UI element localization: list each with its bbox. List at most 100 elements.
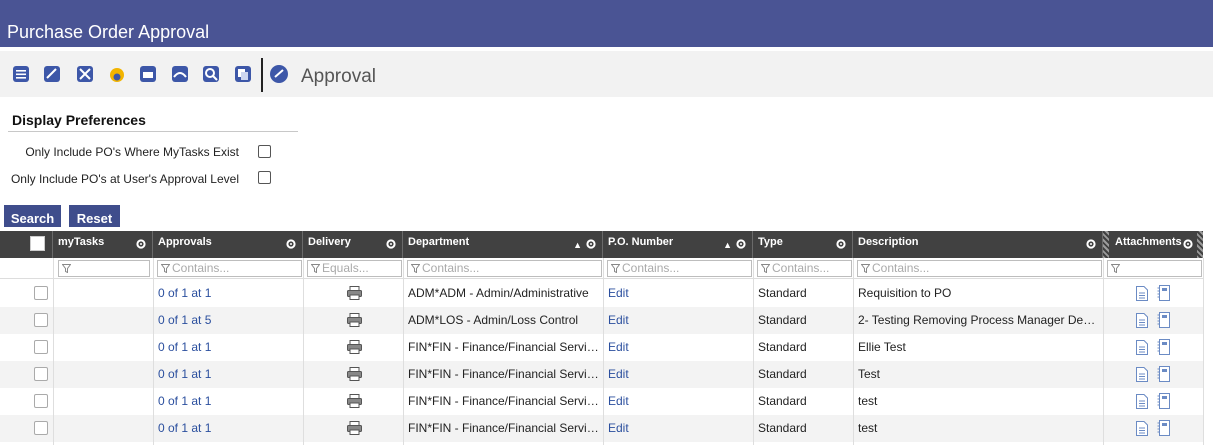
col-approvals[interactable]: Approvals [153, 231, 303, 258]
notebook-icon[interactable] [1157, 312, 1170, 328]
approval-icon[interactable] [268, 63, 290, 85]
col-description[interactable]: Description [853, 231, 1103, 258]
magnify-icon[interactable] [200, 63, 222, 85]
approvals-cell[interactable]: 0 of 1 at 1 [158, 388, 298, 415]
row-checkbox[interactable] [34, 340, 48, 354]
notebook-icon[interactable] [1157, 393, 1170, 409]
edit-link[interactable]: Edit [608, 415, 748, 442]
printer-icon[interactable] [347, 286, 362, 300]
table-row[interactable]: 0 of 1 at 1 ADM*ADM - Admin/Administrati… [0, 280, 1203, 307]
table-row[interactable]: 0 of 1 at 1 FIN*FIN - Finance/Financial … [0, 334, 1203, 361]
col-mytasks[interactable]: myTasks [53, 231, 153, 258]
description-cell: Ellie Test [858, 340, 906, 354]
table-row[interactable]: 0 of 1 at 1 FIN*FIN - Finance/Financial … [0, 361, 1203, 388]
printer-icon[interactable] [347, 340, 362, 354]
level-pref-checkbox[interactable] [258, 171, 271, 184]
document-icon[interactable] [1136, 286, 1148, 301]
edit-link[interactable]: Edit [608, 307, 748, 334]
col-type[interactable]: Type [753, 231, 853, 258]
gear-icon[interactable] [386, 239, 396, 249]
col-ponumber[interactable]: P.O. Number ▲ [603, 231, 753, 258]
column-divider [1103, 258, 1104, 445]
edit-link[interactable]: Edit [608, 334, 748, 361]
document-icon[interactable] [1136, 394, 1148, 409]
printer-icon[interactable] [347, 313, 362, 327]
approvals-cell[interactable]: 0 of 1 at 5 [158, 307, 298, 334]
description-cell: Requisition to PO [858, 286, 952, 300]
gear-icon[interactable] [1183, 239, 1193, 249]
table-row[interactable]: 0 of 1 at 5 ADM*LOS - Admin/Loss Control… [0, 307, 1203, 334]
gear-icon[interactable] [836, 239, 846, 249]
notebook-icon[interactable] [1157, 339, 1170, 355]
filter-row: Contains... Equals... Contains... Contai… [0, 258, 1203, 279]
type-filter[interactable]: Contains... [757, 260, 852, 277]
table-row[interactable]: 0 of 1 at 1 FIN*FIN - Finance/Financial … [0, 415, 1203, 442]
approvals-cell[interactable]: 0 of 1 at 1 [158, 415, 298, 442]
tools-icon[interactable] [74, 63, 96, 85]
type-cell: Standard [758, 421, 807, 435]
ponumber-filter[interactable]: Contains... [607, 260, 752, 277]
edit-link[interactable]: Edit [608, 361, 748, 388]
mytasks-filter[interactable] [58, 260, 150, 277]
row-checkbox[interactable] [34, 367, 48, 381]
mytasks-pref-label: Only Include PO's Where MyTasks Exist [25, 145, 239, 159]
column-resize-handle[interactable] [1197, 231, 1203, 258]
sort-asc-icon[interactable]: ▲ [573, 240, 582, 250]
col-approvals-label: Approvals [158, 236, 212, 248]
filter-icon [411, 264, 420, 273]
edit-link[interactable]: Edit [608, 280, 748, 307]
column-divider [1203, 258, 1204, 445]
copy-icon[interactable] [232, 63, 254, 85]
notebook-icon[interactable] [1157, 366, 1170, 382]
fire-icon[interactable] [106, 63, 128, 85]
table-row[interactable]: 0 of 1 at 1 FIN*FIN - Finance/Financial … [0, 388, 1203, 415]
filter-icon [161, 264, 170, 273]
gear-icon[interactable] [136, 239, 146, 249]
edit-link[interactable]: Edit [608, 388, 748, 415]
list-icon[interactable] [10, 63, 32, 85]
notebook-icon[interactable] [1157, 285, 1170, 301]
sort-asc-icon[interactable]: ▲ [723, 240, 732, 250]
description-filter[interactable]: Contains... [857, 260, 1102, 277]
printer-icon[interactable] [347, 394, 362, 408]
document-icon[interactable] [1136, 313, 1148, 328]
document-icon[interactable] [1136, 421, 1148, 436]
notebook-icon[interactable] [1157, 420, 1170, 436]
approvals-cell[interactable]: 0 of 1 at 1 [158, 280, 298, 307]
printer-icon[interactable] [347, 421, 362, 435]
col-delivery[interactable]: Delivery [303, 231, 403, 258]
approvals-cell[interactable]: 0 of 1 at 1 [158, 334, 298, 361]
delivery-filter[interactable]: Equals... [307, 260, 402, 277]
printer-icon[interactable] [347, 367, 362, 381]
row-checkbox[interactable] [34, 421, 48, 435]
gear-icon[interactable] [286, 239, 296, 249]
department-filter[interactable]: Contains... [407, 260, 602, 277]
search-button[interactable]: Search [4, 205, 61, 227]
approvals-filter[interactable]: Contains... [157, 260, 302, 277]
stamp-icon[interactable] [169, 63, 191, 85]
col-attachments[interactable]: Attachments [1110, 231, 1203, 258]
gear-icon[interactable] [586, 239, 596, 249]
check-edit-icon[interactable] [41, 63, 63, 85]
attachments-filter[interactable] [1107, 260, 1202, 277]
column-resize-handle[interactable] [1103, 231, 1109, 258]
gear-icon[interactable] [1086, 239, 1096, 249]
column-divider [603, 258, 604, 445]
type-filter-placeholder: Contains... [772, 261, 830, 275]
reset-button[interactable]: Reset [69, 205, 120, 227]
mytasks-pref-checkbox[interactable] [258, 145, 271, 158]
document-icon[interactable] [1136, 367, 1148, 382]
type-cell: Standard [758, 313, 807, 327]
prefs-title: Display Preferences [12, 112, 146, 128]
row-checkbox[interactable] [34, 286, 48, 300]
print-icon[interactable] [137, 63, 159, 85]
col-department[interactable]: Department ▲ [403, 231, 603, 258]
document-icon[interactable] [1136, 340, 1148, 355]
gear-icon[interactable] [736, 239, 746, 249]
description-cell: 2- Testing Removing Process Manager Dept… [858, 313, 1100, 327]
row-checkbox[interactable] [34, 313, 48, 327]
approvals-cell[interactable]: 0 of 1 at 1 [158, 361, 298, 388]
filter-icon [311, 264, 320, 273]
row-checkbox[interactable] [34, 394, 48, 408]
select-all-checkbox[interactable] [30, 236, 45, 251]
